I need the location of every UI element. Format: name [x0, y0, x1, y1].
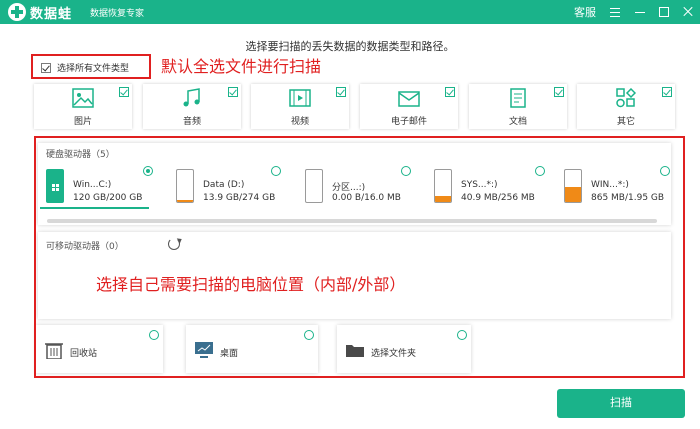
maximize-icon[interactable] — [659, 7, 669, 17]
select-all-label: 选择所有文件类型 — [57, 64, 130, 74]
file-type-email[interactable]: 电子邮件 — [360, 84, 458, 129]
menu-icon[interactable] — [609, 6, 621, 18]
file-type-checkbox[interactable] — [445, 87, 455, 97]
file-type-label: 其它 — [616, 117, 635, 127]
annotation-frame — [34, 136, 685, 378]
file-type-label: 电子邮件 — [390, 117, 427, 127]
window-controls: 客服 — [574, 3, 694, 21]
file-type-audio[interactable]: 音频 — [143, 84, 241, 129]
select-all-checkbox[interactable]: 选择所有文件类型 — [31, 54, 151, 79]
app-subtitle: 数据恢复专家 — [90, 9, 145, 19]
checkbox-icon[interactable] — [41, 63, 51, 73]
annotation-select-all: 默认全选文件进行扫描 — [161, 57, 322, 76]
file-type-checkbox[interactable] — [336, 87, 346, 97]
close-icon[interactable] — [682, 6, 694, 18]
file-type-image[interactable]: 图片 — [34, 84, 132, 129]
file-type-other[interactable]: 其它 — [577, 84, 675, 129]
file-type-document[interactable]: 文档 — [469, 84, 567, 129]
image-icon — [72, 88, 94, 108]
file-type-checkbox[interactable] — [554, 87, 564, 97]
minimize-icon[interactable] — [634, 6, 646, 18]
document-icon — [510, 88, 526, 108]
file-type-video[interactable]: 视频 — [251, 84, 349, 129]
file-type-checkbox[interactable] — [228, 87, 238, 97]
music-icon — [183, 88, 200, 107]
scan-button[interactable]: 扫描 — [557, 389, 685, 418]
video-icon — [289, 89, 311, 107]
other-icon — [616, 88, 637, 108]
email-icon — [398, 91, 420, 107]
customer-service-link[interactable]: 客服 — [574, 4, 596, 20]
file-type-label: 视频 — [290, 117, 309, 127]
app-name: 数据蛙 — [30, 7, 73, 22]
file-type-label: 音频 — [182, 117, 201, 127]
title-bar: 数据蛙 数据恢复专家 客服 — [0, 0, 700, 24]
file-type-checkbox[interactable] — [119, 87, 129, 97]
file-type-label: 图片 — [73, 117, 92, 127]
file-type-label: 文档 — [508, 117, 527, 127]
instruction-text: 选择要扫描的丢失数据的数据类型和路径。 — [245, 40, 455, 53]
file-type-checkbox[interactable] — [662, 87, 672, 97]
logo-icon — [8, 3, 26, 21]
